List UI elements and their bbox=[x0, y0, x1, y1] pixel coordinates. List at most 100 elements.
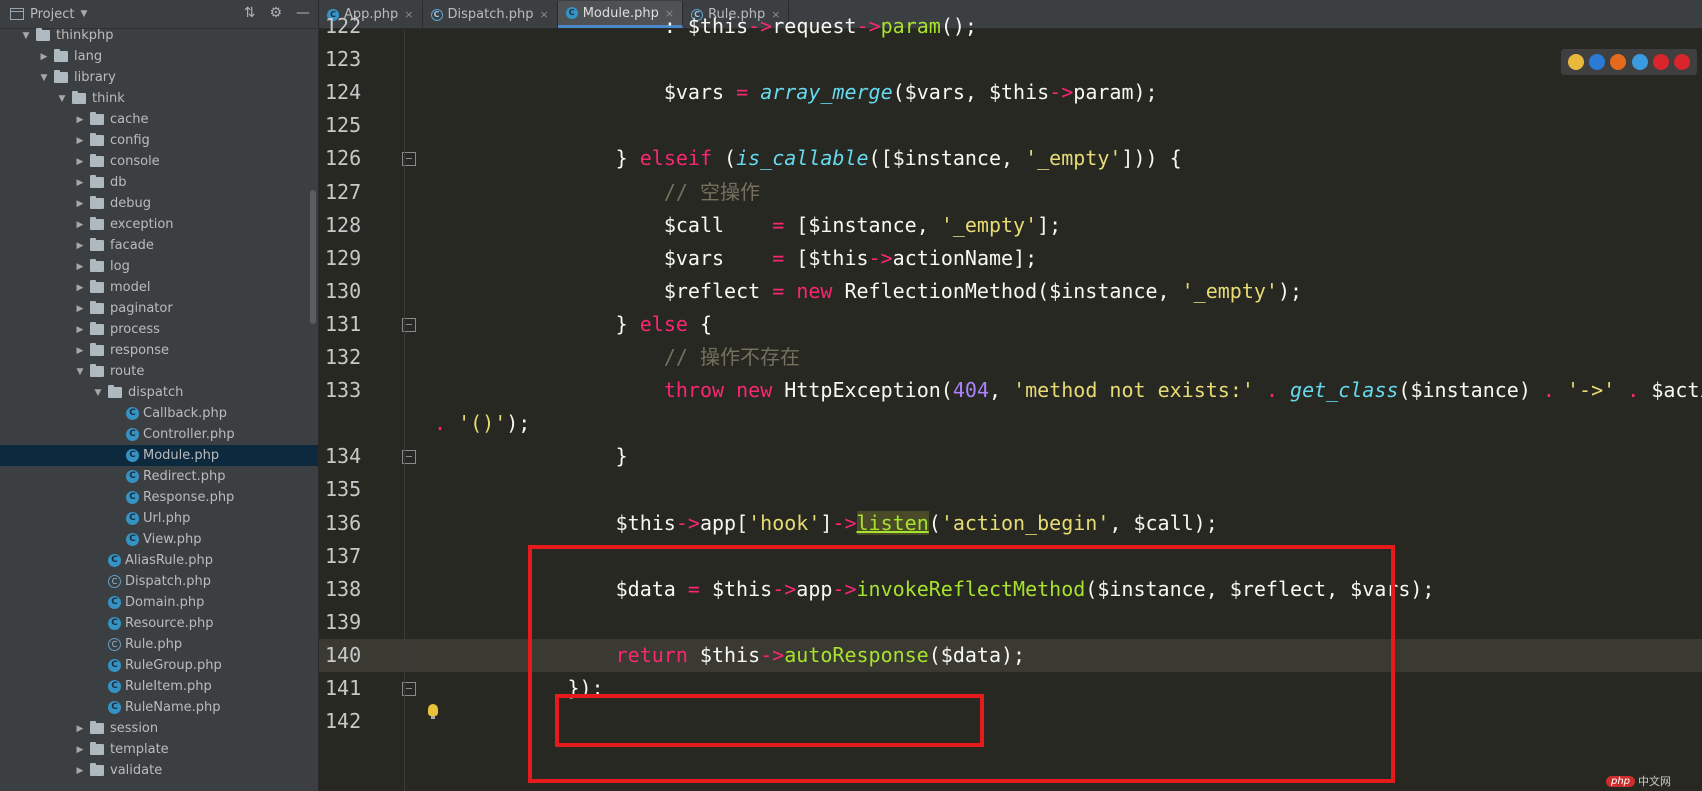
expanded-arrow-icon[interactable]: ▼ bbox=[20, 31, 32, 41]
tree-file-dispatch-php[interactable]: C Dispatch.php bbox=[0, 571, 318, 592]
code-text: $reflect = new ReflectionMethod($instanc… bbox=[664, 275, 1302, 308]
code-token: -> bbox=[856, 14, 881, 38]
expanded-arrow-icon[interactable]: ▼ bbox=[74, 367, 86, 377]
tree-folder-exception[interactable]: ▶ exception bbox=[0, 214, 318, 235]
line-number: 127 bbox=[325, 179, 362, 204]
folder-icon bbox=[90, 364, 104, 377]
collapsed-arrow-icon[interactable]: ▶ bbox=[74, 283, 86, 293]
tree-folder-model[interactable]: ▶ model bbox=[0, 277, 318, 298]
collapsed-arrow-icon[interactable]: ▶ bbox=[74, 262, 86, 272]
hide-panel-icon[interactable]: — bbox=[296, 5, 310, 21]
line-number: 134 bbox=[325, 444, 362, 469]
collapsed-arrow-icon[interactable]: ▶ bbox=[74, 325, 86, 335]
expanded-arrow-icon[interactable]: ▼ bbox=[92, 388, 104, 398]
sidebar-scrollbar[interactable] bbox=[310, 190, 316, 324]
tree-file-controller-php[interactable]: C Controller.php bbox=[0, 424, 318, 445]
folder-icon bbox=[90, 217, 104, 230]
collapsed-arrow-icon[interactable]: ▶ bbox=[74, 178, 86, 188]
tree-folder-library[interactable]: ▼ library bbox=[0, 67, 318, 88]
code-text: $call = [$instance, '_empty']; bbox=[664, 209, 1061, 242]
dropdown-arrow-icon[interactable]: ▼ bbox=[80, 9, 87, 19]
tree-file-callback-php[interactable]: C Callback.php bbox=[0, 403, 318, 424]
tree-file-redirect-php[interactable]: C Redirect.php bbox=[0, 466, 318, 487]
tree-item-label: log bbox=[110, 259, 130, 274]
tree-file-response-php[interactable]: C Response.php bbox=[0, 487, 318, 508]
code-token: [$this bbox=[784, 245, 869, 270]
tree-folder-thinkphp[interactable]: ▼ thinkphp bbox=[0, 25, 318, 46]
opera-icon[interactable] bbox=[1652, 54, 1669, 70]
expanded-arrow-icon[interactable]: ▼ bbox=[38, 73, 50, 83]
line-number: 138 bbox=[325, 576, 362, 601]
tree-file-rule-php[interactable]: C Rule.php bbox=[0, 634, 318, 655]
expanded-arrow-icon[interactable]: ▼ bbox=[56, 94, 68, 104]
collapse-all-icon[interactable]: ⇅ bbox=[244, 5, 256, 21]
tree-folder-console[interactable]: ▶ console bbox=[0, 151, 318, 172]
collapsed-arrow-icon[interactable]: ▶ bbox=[74, 766, 86, 776]
project-tree: ▼ thinkphp ▶ lang ▼ library ▼ think ▶ cache ▶ confi… bbox=[0, 25, 318, 781]
code-text: throw new HttpException(404, 'method not… bbox=[664, 374, 1702, 407]
tree-folder-debug[interactable]: ▶ debug bbox=[0, 193, 318, 214]
firefox-icon[interactable] bbox=[1610, 54, 1627, 70]
chrome-icon[interactable] bbox=[1567, 54, 1584, 70]
collapsed-arrow-icon[interactable]: ▶ bbox=[74, 346, 86, 356]
tree-folder-facade[interactable]: ▶ facade bbox=[0, 235, 318, 256]
code-line-133: 133 throw new HttpException(404, 'method … bbox=[319, 374, 1702, 407]
collapsed-arrow-icon[interactable]: ▶ bbox=[38, 52, 50, 62]
tree-folder-db[interactable]: ▶ db bbox=[0, 172, 318, 193]
tree-folder-process[interactable]: ▶ process bbox=[0, 319, 318, 340]
tree-folder-response[interactable]: ▶ response bbox=[0, 340, 318, 361]
tree-file-ruleitem-php[interactable]: C RuleItem.php bbox=[0, 676, 318, 697]
tree-folder-lang[interactable]: ▶ lang bbox=[0, 46, 318, 67]
code-token: else bbox=[639, 311, 688, 336]
collapsed-arrow-icon[interactable]: ▶ bbox=[74, 304, 86, 314]
safari-icon[interactable] bbox=[1631, 54, 1648, 70]
tree-file-domain-php[interactable]: C Domain.php bbox=[0, 592, 318, 613]
tree-folder-think[interactable]: ▼ think bbox=[0, 88, 318, 109]
tree-folder-config[interactable]: ▶ config bbox=[0, 130, 318, 151]
code-token: $action bbox=[1651, 378, 1702, 403]
tree-folder-session[interactable]: ▶ session bbox=[0, 718, 318, 739]
tree-folder-template[interactable]: ▶ template bbox=[0, 739, 318, 760]
collapsed-arrow-icon[interactable]: ▶ bbox=[74, 220, 86, 230]
tree-file-aliasrule-php[interactable]: C AliasRule.php bbox=[0, 550, 318, 571]
code-token: $vars bbox=[663, 245, 773, 270]
edge-icon[interactable] bbox=[1588, 54, 1605, 70]
folder-icon bbox=[90, 133, 104, 146]
collapsed-arrow-icon[interactable]: ▶ bbox=[74, 241, 86, 251]
tree-file-url-php[interactable]: C Url.php bbox=[0, 508, 318, 529]
folder-icon bbox=[90, 280, 104, 293]
php-class-icon: C bbox=[108, 617, 121, 630]
tree-item-label: Url.php bbox=[143, 511, 191, 526]
tree-folder-log[interactable]: ▶ log bbox=[0, 256, 318, 277]
project-title[interactable]: Project bbox=[30, 7, 74, 22]
tree-item-label: facade bbox=[110, 238, 154, 253]
code-token: ] bbox=[820, 510, 833, 535]
collapsed-arrow-icon[interactable]: ▶ bbox=[74, 115, 86, 125]
tree-file-view-php[interactable]: C View.php bbox=[0, 529, 318, 550]
collapsed-arrow-icon[interactable]: ▶ bbox=[74, 199, 86, 209]
tree-file-rulegroup-php[interactable]: C RuleGroup.php bbox=[0, 655, 318, 676]
tree-item-label: paginator bbox=[110, 301, 173, 316]
tree-folder-cache[interactable]: ▶ cache bbox=[0, 109, 318, 130]
line-number: 122 bbox=[325, 14, 362, 38]
tree-file-rulename-php[interactable]: C RuleName.php bbox=[0, 697, 318, 718]
collapsed-arrow-icon[interactable]: ▶ bbox=[74, 745, 86, 755]
php-class-icon: C bbox=[126, 449, 139, 462]
tree-file-module-php[interactable]: C Module.php bbox=[0, 445, 318, 466]
collapsed-arrow-icon[interactable]: ▶ bbox=[74, 724, 86, 734]
collapsed-arrow-icon[interactable]: ▶ bbox=[74, 157, 86, 167]
lightbulb-icon[interactable] bbox=[428, 704, 438, 719]
code-token: ( bbox=[711, 146, 737, 171]
gear-icon[interactable]: ⚙ bbox=[269, 5, 282, 21]
php-class-icon: C bbox=[126, 407, 139, 420]
code-line-125: 125 bbox=[319, 109, 1702, 142]
tree-file-resource-php[interactable]: C Resource.php bbox=[0, 613, 318, 634]
tree-folder-dispatch[interactable]: ▼ dispatch bbox=[0, 382, 318, 403]
opera-red-icon[interactable] bbox=[1674, 54, 1691, 70]
code-line-132: 132 // 操作不存在 bbox=[319, 341, 1702, 374]
code-token: ($instance) bbox=[1398, 378, 1543, 403]
tree-folder-route[interactable]: ▼ route bbox=[0, 361, 318, 382]
collapsed-arrow-icon[interactable]: ▶ bbox=[74, 136, 86, 146]
tree-folder-paginator[interactable]: ▶ paginator bbox=[0, 298, 318, 319]
tree-folder-validate[interactable]: ▶ validate bbox=[0, 760, 318, 781]
